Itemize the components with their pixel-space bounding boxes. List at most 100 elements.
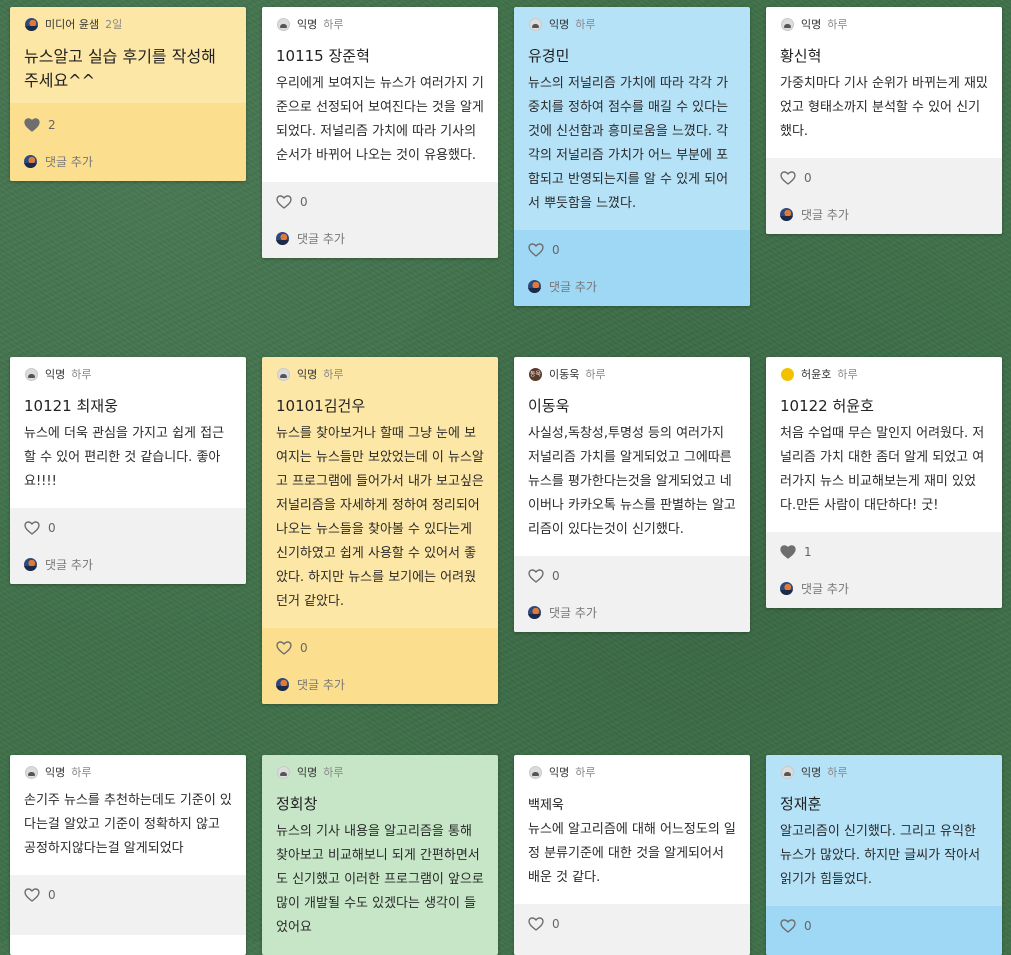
add-comment-button[interactable]: 댓글 추가 <box>276 664 484 704</box>
avatar-icon: 동욱 <box>529 367 542 381</box>
post-author: 이동욱 <box>549 368 580 381</box>
post-title: 정재훈 <box>780 795 822 813</box>
post-time: 하루 <box>323 18 344 31</box>
post-author: 익명 <box>297 766 318 779</box>
post-header: 허윤호 하루 <box>780 366 988 382</box>
heart-icon[interactable] <box>24 888 40 902</box>
like-count: 0 <box>300 641 308 655</box>
post-card[interactable]: 익명 하루 10101김건우 뉴스를 찾아보거나 할때 그냥 눈에 보여지는 뉴… <box>262 357 498 704</box>
like-button[interactable]: 0 <box>528 904 736 942</box>
like-button[interactable]: 0 <box>780 158 988 196</box>
post-card[interactable]: 익명 하루 10115 장준혁 우리에게 보여지는 뉴스가 여러가지 기준으로 … <box>262 7 498 258</box>
add-comment-button[interactable]: 댓글 추가 <box>780 568 988 608</box>
add-comment-button[interactable]: 댓글 추가 <box>24 544 232 584</box>
post-author: 익명 <box>297 368 318 381</box>
avatar-icon <box>781 765 794 779</box>
avatar-icon <box>25 367 38 381</box>
like-button[interactable]: 2 <box>24 105 232 143</box>
avatar-icon <box>781 367 794 381</box>
heart-icon[interactable] <box>276 195 292 209</box>
post-header: 익명 하루 <box>528 16 736 32</box>
post-card[interactable]: 익명 하루 유경민 뉴스의 저널리즘 가치에 따라 각각 가중치를 정하여 점수… <box>514 7 750 306</box>
post-author: 익명 <box>549 766 570 779</box>
like-count: 0 <box>552 243 560 257</box>
post-text: 뉴스알고 실습 후기를 작성해 주세요^^ <box>24 47 216 90</box>
like-button[interactable]: 0 <box>528 556 736 594</box>
avatar-icon <box>24 557 37 571</box>
post-time: 하루 <box>71 368 92 381</box>
like-button[interactable]: 0 <box>276 182 484 220</box>
avatar-icon <box>25 17 38 31</box>
post-author: 익명 <box>549 18 570 31</box>
like-button[interactable]: 1 <box>780 532 988 570</box>
post-card[interactable]: 익명 하루 황신혁 가중치마다 기사 순위가 바뀌는게 재밌었고 형태소까지 분… <box>766 7 1002 234</box>
add-comment-button[interactable]: 댓글 추가 <box>276 218 484 258</box>
like-button[interactable]: 0 <box>24 875 232 913</box>
post-author: 미디어 윤샘 <box>45 18 100 31</box>
post-title: 10121 최재웅 <box>24 397 118 415</box>
like-button[interactable]: 0 <box>528 230 736 268</box>
heart-icon[interactable] <box>780 171 796 185</box>
add-comment-button[interactable]: 댓글 추가 <box>528 266 736 306</box>
post-title: 유경민 <box>528 47 570 65</box>
post-time: 하루 <box>585 368 606 381</box>
avatar-icon <box>277 17 290 31</box>
padlet-board: 미디어 윤샘 2일 뉴스알고 실습 후기를 작성해 주세요^^ 2 댓글 추가 … <box>0 0 1011 955</box>
post-card[interactable]: 익명 하루 손기주 뉴스를 추천하는데도 기준이 있다는걸 알았고 기준이 정확… <box>10 755 246 955</box>
post-text: 뉴스의 저널리즘 가치에 따라 각각 가중치를 정하여 점수를 매길 수 있다는… <box>528 76 729 211</box>
post-text: 처음 수업때 무슨 말인지 어려웠다. 저널리즘 가치 대한 좀더 알게 되었고… <box>780 426 985 513</box>
post-card[interactable]: 익명 하루 정회창 뉴스의 기사 내용을 알고리즘을 통해 찾아보고 비교해보니… <box>262 755 498 955</box>
post-text: 가중치마다 기사 순위가 바뀌는게 재밌었고 형태소까지 분석할 수 있어 신기… <box>780 76 988 139</box>
add-comment-label: 댓글 추가 <box>549 279 597 294</box>
avatar-icon <box>277 367 290 381</box>
like-button[interactable]: 0 <box>24 508 232 546</box>
heart-icon[interactable] <box>24 521 40 535</box>
post-card[interactable]: 익명 하루 10121 최재웅 뉴스에 더욱 관심을 가지고 쉽게 접근 할 수… <box>10 357 246 584</box>
post-author: 익명 <box>45 368 66 381</box>
post-card[interactable]: 허윤호 하루 10122 허윤호 처음 수업때 무슨 말인지 어려웠다. 저널리… <box>766 357 1002 608</box>
post-header: 익명 하루 <box>528 764 736 780</box>
post-header: 익명 하루 <box>24 366 232 382</box>
post-text: 손기주 뉴스를 추천하는데도 기준이 있다는걸 알았고 기준이 정확하지 않고 … <box>24 793 232 856</box>
like-count: 0 <box>804 171 812 185</box>
add-comment-button[interactable]: 댓글 추가 <box>780 194 988 234</box>
like-count: 0 <box>804 919 812 933</box>
post-text: 뉴스의 기사 내용을 알고리즘을 통해 찾아보고 비교해보니 되게 간편하면서도… <box>276 824 484 935</box>
post-time: 하루 <box>575 18 596 31</box>
post-title: 10101김건우 <box>276 397 366 415</box>
heart-icon[interactable] <box>528 243 544 257</box>
heart-icon[interactable] <box>780 545 796 559</box>
post-text: 알고리즘이 신기했다. 그리고 유익한 뉴스가 많았다. 하지만 글씨가 작아서… <box>780 824 981 887</box>
post-header: 익명 하루 <box>276 16 484 32</box>
post-header: 익명 하루 <box>276 764 484 780</box>
add-comment-button[interactable]: 댓글 추가 <box>24 141 232 181</box>
post-title: 10115 장준혁 <box>276 47 370 65</box>
post-card[interactable]: 동욱 이동욱 하루 이동욱 사실성,독창성,투명성 등의 여러가지 저널리즘 가… <box>514 357 750 632</box>
post-title: 10122 허윤호 <box>780 397 874 415</box>
post-author: 익명 <box>297 18 318 31</box>
post-card[interactable]: 미디어 윤샘 2일 뉴스알고 실습 후기를 작성해 주세요^^ 2 댓글 추가 <box>10 7 246 181</box>
like-count: 0 <box>552 917 560 931</box>
post-title: 이동욱 <box>528 397 570 415</box>
avatar-icon <box>780 581 793 595</box>
avatar-icon <box>529 765 542 779</box>
heart-icon[interactable] <box>780 919 796 933</box>
heart-icon[interactable] <box>276 641 292 655</box>
post-text: 우리에게 보여지는 뉴스가 여러가지 기준으로 선정되어 보여진다는 것을 알게… <box>276 76 484 163</box>
avatar-icon <box>25 765 38 779</box>
like-count: 2 <box>48 118 56 132</box>
heart-icon[interactable] <box>528 917 544 931</box>
post-card[interactable]: 익명 하루 백제욱 뉴스에 알고리즘에 대해 어느정도의 일정 분류기준에 대한… <box>514 755 750 955</box>
add-comment-label: 댓글 추가 <box>549 605 597 620</box>
post-time: 하루 <box>827 766 848 779</box>
heart-icon[interactable] <box>528 569 544 583</box>
post-card[interactable]: 익명 하루 정재훈 알고리즘이 신기했다. 그리고 유익한 뉴스가 많았다. 하… <box>766 755 1002 955</box>
like-button[interactable]: 0 <box>276 628 484 666</box>
like-button[interactable]: 0 <box>780 906 988 944</box>
post-time: 하루 <box>323 368 344 381</box>
avatar-icon <box>780 207 793 221</box>
add-comment-button[interactable]: 댓글 추가 <box>528 592 736 632</box>
post-author: 허윤호 <box>801 368 832 381</box>
heart-icon[interactable] <box>24 118 40 132</box>
like-count: 0 <box>300 195 308 209</box>
